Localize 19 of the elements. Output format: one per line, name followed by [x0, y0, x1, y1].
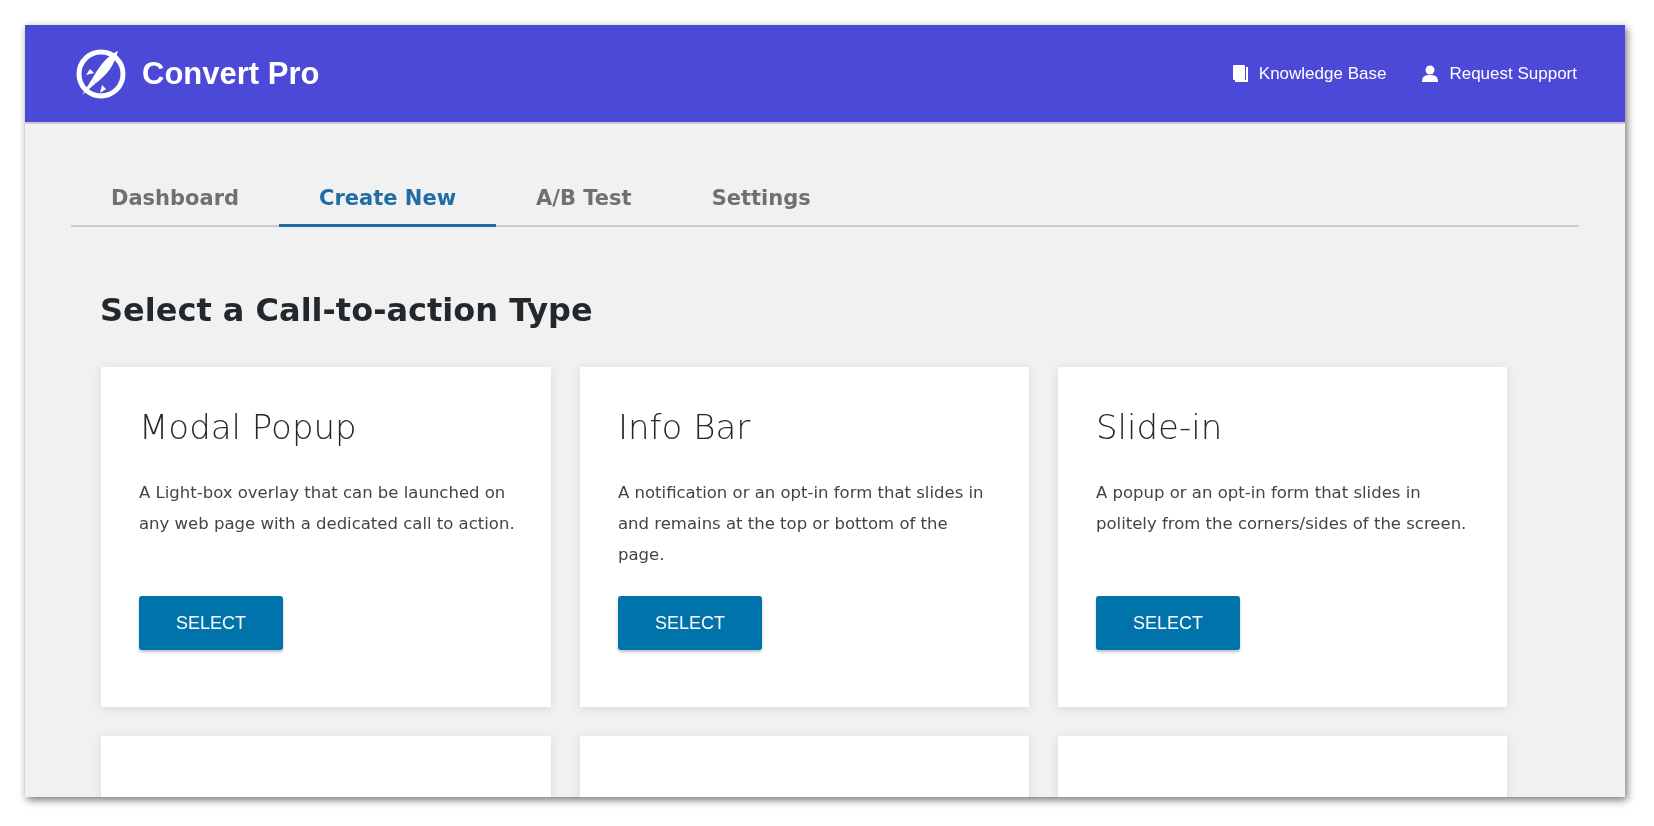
- book-icon: [1231, 64, 1248, 83]
- page-heading: Select a Call-to-action Type: [100, 291, 594, 329]
- select-button[interactable]: SELECT: [618, 596, 762, 650]
- header-link[interactable]: Request Support: [1422, 63, 1577, 84]
- brand-name: Convert Pro: [142, 55, 320, 92]
- card-description: A notification or an opt-in form that slides in and remains at the top or bottom of the page.: [618, 482, 985, 566]
- header-link[interactable]: Knowledge Base: [1231, 63, 1387, 84]
- card-title: Modal Popup: [139, 407, 358, 447]
- card-description: A popup or an opt-in form that slides in politely from the corners/sides of the screen.: [1096, 482, 1468, 535]
- tab[interactable]: A/B Test: [496, 172, 672, 227]
- person-icon: [1422, 65, 1439, 82]
- card-title: Info Bar: [618, 407, 752, 447]
- card-title: Slide-in: [1096, 407, 1224, 447]
- tab[interactable]: Dashboard: [71, 172, 280, 227]
- select-button[interactable]: SELECT: [1096, 596, 1240, 650]
- card-description: A Light-box overlay that can be launched on any web page with a dedicated call to action.: [139, 482, 516, 535]
- tab[interactable]: Create New: [279, 172, 497, 227]
- select-button[interactable]: SELECT: [139, 596, 283, 650]
- tab[interactable]: Settings: [671, 172, 851, 227]
